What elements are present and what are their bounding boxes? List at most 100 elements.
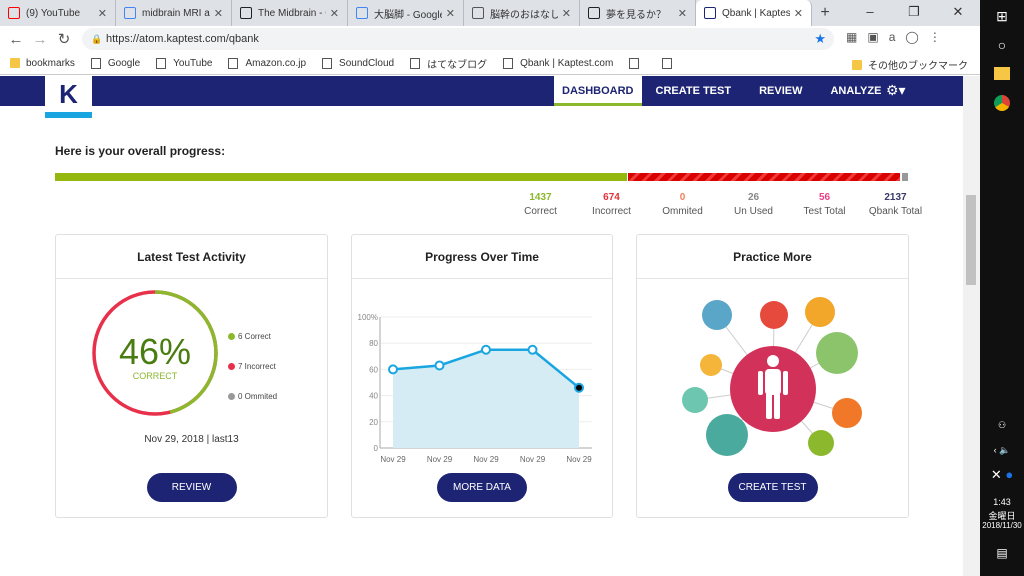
browser-tab[interactable]: The Midbrain - C ✕ xyxy=(232,0,348,26)
reload-button[interactable]: ↻ xyxy=(52,30,76,48)
extension-icon[interactable]: ▦ xyxy=(846,30,857,44)
card-title: Latest Test Activity xyxy=(56,235,327,279)
maximize-button[interactable]: ❐ xyxy=(892,0,936,26)
browser-tab[interactable]: 大脳脚 - Google ✕ xyxy=(348,0,464,26)
browser-tab[interactable]: 夢を見るか？ ✕ xyxy=(580,0,696,26)
browser-tab[interactable]: (9) YouTube ✕ xyxy=(0,0,116,26)
cortana-icon[interactable]: ○ xyxy=(980,37,1024,53)
stat-label: Incorrect xyxy=(592,206,631,217)
bookmark-item[interactable] xyxy=(662,57,679,69)
tab-title: midbrain MRI an xyxy=(142,7,210,19)
y-tick-label: 40 xyxy=(369,392,378,401)
windows-start-icon[interactable]: ⊞ xyxy=(980,8,1024,25)
stat-ommited: 0 Ommited xyxy=(647,191,718,219)
tab-title: 脳幹のおはなし | xyxy=(490,9,558,21)
stat-label: Test Total xyxy=(803,206,846,217)
page-icon xyxy=(588,7,600,19)
y-tick-label: 60 xyxy=(369,365,378,374)
bookmark-item[interactable]: Google xyxy=(90,57,140,69)
volume-icon[interactable]: ‹ 🔈 xyxy=(980,445,1024,456)
bookmark-item[interactable]: SoundCloud xyxy=(322,57,395,69)
new-tab-button[interactable]: + xyxy=(812,0,838,26)
stat-value: 1437 xyxy=(529,192,552,203)
chemistry-icon xyxy=(702,300,732,330)
close-tab-icon[interactable]: ✕ xyxy=(214,7,223,20)
browser-tab[interactable]: 脳幹のおはなし | ✕ xyxy=(464,0,580,26)
browser-tab[interactable]: Qbank | Kaptest. ✕ xyxy=(696,0,812,26)
url-text: https://atom.kaptest.com/qbank xyxy=(106,33,259,45)
clock-date[interactable]: 2018/11/30 xyxy=(980,521,1024,530)
menu-icon[interactable]: ⋮ xyxy=(929,30,941,44)
stat-label: Un Used xyxy=(734,206,773,217)
other-bookmarks[interactable]: その他のブックマーク xyxy=(852,57,968,72)
lungs-icon xyxy=(682,387,708,413)
page-icon xyxy=(240,7,252,19)
create-test-button[interactable]: CREATE TEST xyxy=(727,473,818,502)
tab-title: The Midbrain - C xyxy=(258,7,326,19)
settings-gear-icon[interactable]: ⚙▾ xyxy=(886,82,906,99)
data-point xyxy=(527,344,538,355)
progress-chart: 0 20 40 60 80 100% Nov 29 Nov 29 Nov 29 Nov 29 Nov… xyxy=(358,313,593,464)
stat-qbank-total: 2137 Qbank Total xyxy=(860,191,931,219)
nav-review[interactable]: REVIEW xyxy=(745,76,816,106)
tray-icons[interactable]: ✕ ● xyxy=(980,467,1024,483)
data-point xyxy=(481,344,491,355)
bookmark-item[interactable]: Amazon.co.jp xyxy=(228,57,306,69)
close-tab-icon[interactable]: ✕ xyxy=(98,7,107,20)
close-tab-icon[interactable]: ✕ xyxy=(330,7,339,20)
bacteria-icon xyxy=(706,414,748,456)
clock-time[interactable]: 1:43 xyxy=(980,497,1024,507)
brain-icon xyxy=(805,297,835,327)
minimize-button[interactable]: – xyxy=(848,0,892,26)
bookmark-item[interactable]: はてなブログ xyxy=(410,56,487,71)
review-button[interactable]: REVIEW xyxy=(146,473,237,502)
close-tab-icon[interactable]: ✕ xyxy=(794,7,803,20)
bookmark-label: bookmarks xyxy=(26,57,75,69)
profile-icon[interactable]: ◯ xyxy=(905,30,918,44)
progress-correct-bar xyxy=(55,173,627,181)
y-tick-label: 100% xyxy=(358,313,378,322)
back-button[interactable]: ← xyxy=(4,31,28,48)
scrollbar-thumb[interactable] xyxy=(966,195,976,285)
page-icon xyxy=(322,57,333,69)
url-input[interactable]: 🔒 https://atom.kaptest.com/qbank ★ xyxy=(82,28,834,50)
close-window-button[interactable]: ✕ xyxy=(936,0,980,26)
bookmark-item[interactable] xyxy=(629,57,646,69)
page-icon xyxy=(472,7,484,19)
chrome-icon[interactable] xyxy=(994,95,1010,111)
nav-create-test[interactable]: CREATE TEST xyxy=(642,76,746,106)
bookmark-star-icon[interactable]: ★ xyxy=(814,28,826,50)
bookmark-item[interactable]: YouTube xyxy=(156,57,212,69)
progress-heading: Here is your overall progress: xyxy=(55,144,226,158)
stat-test-total: 56 Test Total xyxy=(789,191,860,219)
y-tick-label: 0 xyxy=(374,444,379,453)
extension-icon[interactable]: ▣ xyxy=(867,30,878,44)
close-tab-icon[interactable]: ✕ xyxy=(446,7,455,20)
stat-value: 0 xyxy=(679,192,686,203)
bookmark-label: SoundCloud xyxy=(339,57,395,69)
x-tick-label: Nov 29 xyxy=(520,455,546,464)
latest-test-activity-card: Latest Test Activity 46% CORRECT 6 Corre… xyxy=(55,234,328,518)
bookmark-item[interactable]: bookmarks xyxy=(10,58,75,69)
data-point xyxy=(574,382,584,393)
bookmarks-bar: bookmarks Google YouTube Amazon.co.jp SoundC… xyxy=(0,52,980,75)
close-tab-icon[interactable]: ✕ xyxy=(562,7,571,20)
forward-button[interactable]: → xyxy=(28,31,52,48)
people-icon[interactable]: ⚇ xyxy=(980,420,1024,431)
close-tab-icon[interactable]: ✕ xyxy=(678,7,687,20)
nav-analyze[interactable]: ANALYZE xyxy=(816,76,895,106)
more-data-button[interactable]: MORE DATA xyxy=(437,473,527,502)
bookmark-item[interactable]: Qbank | Kaptest.com xyxy=(503,57,613,69)
browser-tab[interactable]: midbrain MRI an ✕ xyxy=(116,0,232,26)
page-icon xyxy=(228,57,239,69)
file-explorer-icon[interactable] xyxy=(994,67,1010,80)
legend-label: 0 Ommited xyxy=(238,392,278,401)
amazon-extension-icon[interactable]: a xyxy=(889,30,896,44)
scrollbar[interactable] xyxy=(963,76,980,576)
kaptest-logo[interactable]: K xyxy=(45,76,92,118)
progress-incorrect-bar xyxy=(628,173,900,181)
data-point xyxy=(388,364,398,375)
notifications-icon[interactable]: ▤ xyxy=(980,546,1024,560)
legend-label: 6 Correct xyxy=(238,332,271,341)
nav-dashboard[interactable]: DASHBOARD xyxy=(554,76,642,106)
